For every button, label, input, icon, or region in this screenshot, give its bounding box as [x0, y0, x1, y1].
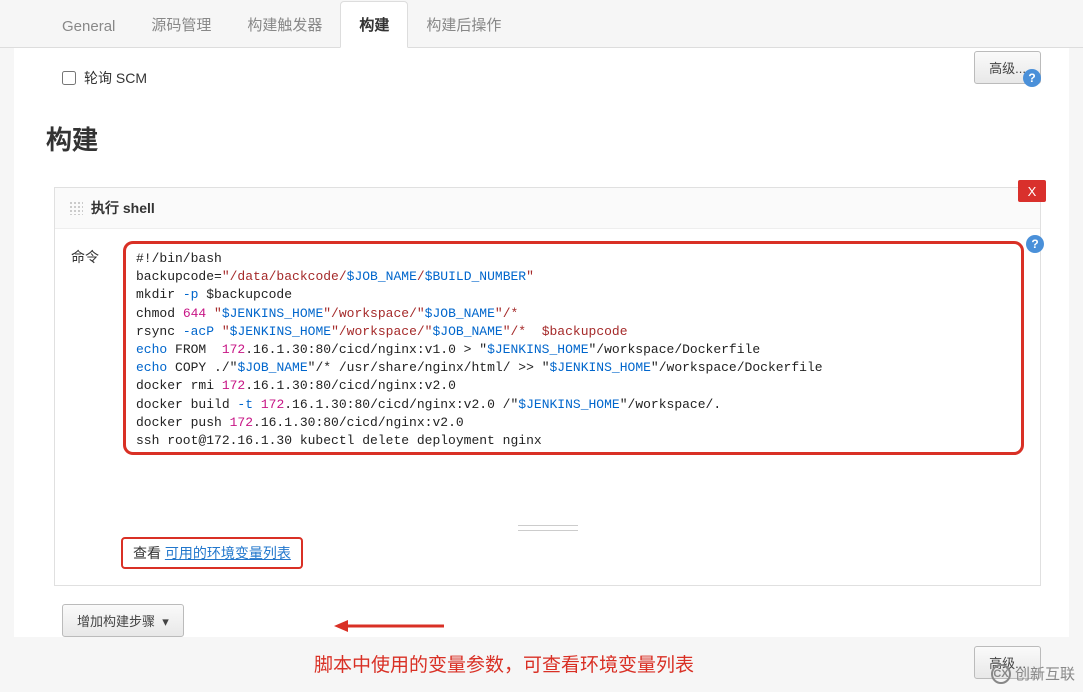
tab-general[interactable]: General [44, 6, 133, 47]
poll-scm-label: 轮询 SCM [84, 68, 147, 88]
resize-handle[interactable] [518, 525, 578, 531]
delete-step-button[interactable]: X [1018, 180, 1046, 202]
tab-build[interactable]: 构建 [340, 1, 408, 48]
drag-grip-icon[interactable] [69, 201, 83, 215]
watermark-logo-icon: CX [991, 664, 1011, 684]
tab-triggers[interactable]: 构建触发器 [229, 2, 340, 47]
watermark: CX 创新互联 [991, 663, 1075, 684]
command-label: 命令 [71, 241, 111, 267]
help-icon[interactable]: ? [1026, 235, 1044, 253]
watermark-text: 创新互联 [1015, 663, 1075, 684]
annotation-text: 脚本中使用的变量参数，可查看环境变量列表 [314, 650, 694, 677]
env-link-prefix: 查看 [133, 545, 165, 561]
build-step-shell: X 执行 shell ? 命令 #!/bin/bash backupcode="… [54, 187, 1041, 586]
command-textarea[interactable]: #!/bin/bash backupcode="/data/backcode/$… [123, 241, 1024, 455]
annotation-arrow-icon [334, 616, 444, 636]
step-header[interactable]: 执行 shell [55, 188, 1040, 229]
add-build-step-dropdown[interactable]: 增加构建步骤 ▾ [62, 604, 184, 637]
config-tabs: General 源码管理 构建触发器 构建 构建后操作 [0, 0, 1083, 48]
section-title-build: 构建 [46, 102, 1041, 169]
step-title: 执行 shell [91, 198, 155, 218]
tab-scm[interactable]: 源码管理 [133, 2, 229, 47]
main-content: 高级... 轮询 SCM ? 构建 X 执行 shell ? 命令 #!/bin… [14, 48, 1069, 637]
env-vars-link-box: 查看 可用的环境变量列表 [121, 537, 303, 569]
tab-postbuild[interactable]: 构建后操作 [408, 2, 519, 47]
poll-scm-checkbox[interactable] [62, 71, 76, 85]
help-icon[interactable]: ? [1023, 69, 1041, 87]
env-vars-link[interactable]: 可用的环境变量列表 [165, 545, 291, 561]
poll-scm-row: 轮询 SCM ? [54, 48, 1041, 102]
